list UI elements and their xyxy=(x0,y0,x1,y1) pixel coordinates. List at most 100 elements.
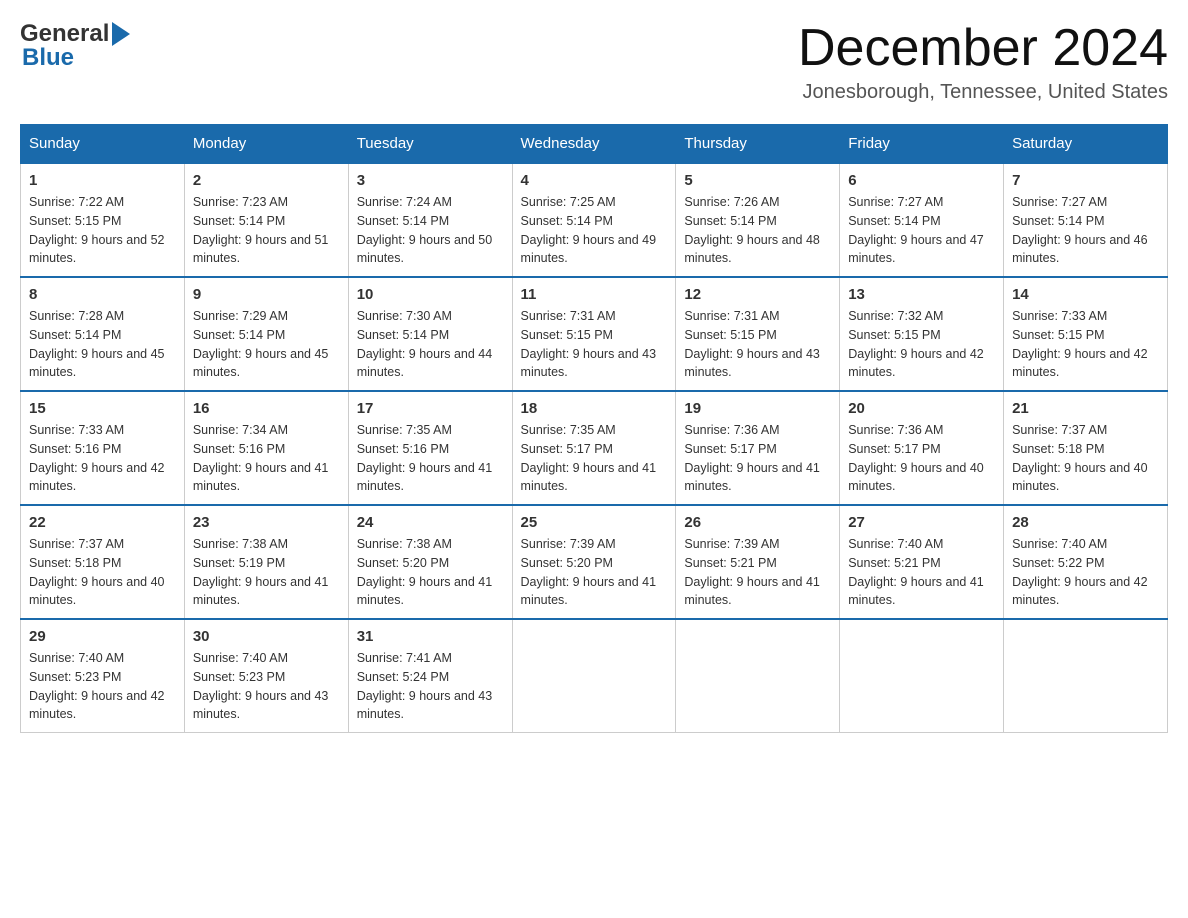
day-info: Sunrise: 7:35 AM Sunset: 5:17 PM Dayligh… xyxy=(521,421,668,496)
calendar-cell: 26 Sunrise: 7:39 AM Sunset: 5:21 PM Dayl… xyxy=(676,505,840,619)
day-info: Sunrise: 7:40 AM Sunset: 5:22 PM Dayligh… xyxy=(1012,535,1159,610)
day-info: Sunrise: 7:41 AM Sunset: 5:24 PM Dayligh… xyxy=(357,649,504,724)
day-info: Sunrise: 7:39 AM Sunset: 5:21 PM Dayligh… xyxy=(684,535,831,610)
day-number: 13 xyxy=(848,286,995,303)
calendar-cell: 20 Sunrise: 7:36 AM Sunset: 5:17 PM Dayl… xyxy=(840,391,1004,505)
calendar-cell: 25 Sunrise: 7:39 AM Sunset: 5:20 PM Dayl… xyxy=(512,505,676,619)
day-number: 25 xyxy=(521,514,668,531)
title-section: December 2024 Jonesborough, Tennessee, U… xyxy=(798,20,1168,104)
weekday-header-friday: Friday xyxy=(840,125,1004,164)
day-info: Sunrise: 7:22 AM Sunset: 5:15 PM Dayligh… xyxy=(29,193,176,268)
calendar-cell xyxy=(1004,619,1168,733)
day-number: 14 xyxy=(1012,286,1159,303)
day-info: Sunrise: 7:29 AM Sunset: 5:14 PM Dayligh… xyxy=(193,307,340,382)
calendar-cell: 28 Sunrise: 7:40 AM Sunset: 5:22 PM Dayl… xyxy=(1004,505,1168,619)
month-title: December 2024 xyxy=(798,20,1168,77)
calendar-week-row: 1 Sunrise: 7:22 AM Sunset: 5:15 PM Dayli… xyxy=(21,163,1168,277)
calendar-cell: 2 Sunrise: 7:23 AM Sunset: 5:14 PM Dayli… xyxy=(184,163,348,277)
weekday-header-tuesday: Tuesday xyxy=(348,125,512,164)
calendar-cell: 19 Sunrise: 7:36 AM Sunset: 5:17 PM Dayl… xyxy=(676,391,840,505)
day-info: Sunrise: 7:34 AM Sunset: 5:16 PM Dayligh… xyxy=(193,421,340,496)
day-info: Sunrise: 7:25 AM Sunset: 5:14 PM Dayligh… xyxy=(521,193,668,268)
weekday-header-thursday: Thursday xyxy=(676,125,840,164)
calendar-cell: 12 Sunrise: 7:31 AM Sunset: 5:15 PM Dayl… xyxy=(676,277,840,391)
weekday-header-monday: Monday xyxy=(184,125,348,164)
day-number: 3 xyxy=(357,172,504,189)
day-number: 10 xyxy=(357,286,504,303)
day-info: Sunrise: 7:38 AM Sunset: 5:20 PM Dayligh… xyxy=(357,535,504,610)
day-number: 6 xyxy=(848,172,995,189)
day-number: 18 xyxy=(521,400,668,417)
day-info: Sunrise: 7:23 AM Sunset: 5:14 PM Dayligh… xyxy=(193,193,340,268)
calendar-cell: 18 Sunrise: 7:35 AM Sunset: 5:17 PM Dayl… xyxy=(512,391,676,505)
page-header: General Blue December 2024 Jonesborough,… xyxy=(20,20,1168,104)
calendar-cell: 7 Sunrise: 7:27 AM Sunset: 5:14 PM Dayli… xyxy=(1004,163,1168,277)
day-number: 2 xyxy=(193,172,340,189)
calendar-cell xyxy=(676,619,840,733)
calendar-cell: 29 Sunrise: 7:40 AM Sunset: 5:23 PM Dayl… xyxy=(21,619,185,733)
day-number: 21 xyxy=(1012,400,1159,417)
calendar-cell: 23 Sunrise: 7:38 AM Sunset: 5:19 PM Dayl… xyxy=(184,505,348,619)
day-number: 9 xyxy=(193,286,340,303)
logo-blue-text: Blue xyxy=(22,44,74,72)
calendar-cell: 21 Sunrise: 7:37 AM Sunset: 5:18 PM Dayl… xyxy=(1004,391,1168,505)
calendar-week-row: 29 Sunrise: 7:40 AM Sunset: 5:23 PM Dayl… xyxy=(21,619,1168,733)
calendar-cell: 6 Sunrise: 7:27 AM Sunset: 5:14 PM Dayli… xyxy=(840,163,1004,277)
calendar-week-row: 15 Sunrise: 7:33 AM Sunset: 5:16 PM Dayl… xyxy=(21,391,1168,505)
day-number: 20 xyxy=(848,400,995,417)
day-number: 11 xyxy=(521,286,668,303)
calendar-cell: 24 Sunrise: 7:38 AM Sunset: 5:20 PM Dayl… xyxy=(348,505,512,619)
day-info: Sunrise: 7:36 AM Sunset: 5:17 PM Dayligh… xyxy=(848,421,995,496)
calendar-cell: 27 Sunrise: 7:40 AM Sunset: 5:21 PM Dayl… xyxy=(840,505,1004,619)
calendar-cell: 31 Sunrise: 7:41 AM Sunset: 5:24 PM Dayl… xyxy=(348,619,512,733)
day-number: 24 xyxy=(357,514,504,531)
weekday-header-wednesday: Wednesday xyxy=(512,125,676,164)
day-number: 12 xyxy=(684,286,831,303)
day-info: Sunrise: 7:38 AM Sunset: 5:19 PM Dayligh… xyxy=(193,535,340,610)
calendar-cell: 3 Sunrise: 7:24 AM Sunset: 5:14 PM Dayli… xyxy=(348,163,512,277)
day-info: Sunrise: 7:37 AM Sunset: 5:18 PM Dayligh… xyxy=(29,535,176,610)
day-number: 8 xyxy=(29,286,176,303)
calendar-cell: 1 Sunrise: 7:22 AM Sunset: 5:15 PM Dayli… xyxy=(21,163,185,277)
calendar-cell: 14 Sunrise: 7:33 AM Sunset: 5:15 PM Dayl… xyxy=(1004,277,1168,391)
day-info: Sunrise: 7:24 AM Sunset: 5:14 PM Dayligh… xyxy=(357,193,504,268)
calendar-cell: 30 Sunrise: 7:40 AM Sunset: 5:23 PM Dayl… xyxy=(184,619,348,733)
calendar-week-row: 8 Sunrise: 7:28 AM Sunset: 5:14 PM Dayli… xyxy=(21,277,1168,391)
calendar-cell: 13 Sunrise: 7:32 AM Sunset: 5:15 PM Dayl… xyxy=(840,277,1004,391)
weekday-header-saturday: Saturday xyxy=(1004,125,1168,164)
weekday-header-row: SundayMondayTuesdayWednesdayThursdayFrid… xyxy=(21,125,1168,164)
day-info: Sunrise: 7:37 AM Sunset: 5:18 PM Dayligh… xyxy=(1012,421,1159,496)
day-number: 4 xyxy=(521,172,668,189)
day-number: 5 xyxy=(684,172,831,189)
day-info: Sunrise: 7:36 AM Sunset: 5:17 PM Dayligh… xyxy=(684,421,831,496)
calendar-cell: 22 Sunrise: 7:37 AM Sunset: 5:18 PM Dayl… xyxy=(21,505,185,619)
day-info: Sunrise: 7:40 AM Sunset: 5:23 PM Dayligh… xyxy=(29,649,176,724)
day-number: 27 xyxy=(848,514,995,531)
day-number: 23 xyxy=(193,514,340,531)
day-info: Sunrise: 7:32 AM Sunset: 5:15 PM Dayligh… xyxy=(848,307,995,382)
calendar-cell: 5 Sunrise: 7:26 AM Sunset: 5:14 PM Dayli… xyxy=(676,163,840,277)
calendar-cell: 11 Sunrise: 7:31 AM Sunset: 5:15 PM Dayl… xyxy=(512,277,676,391)
calendar-cell: 10 Sunrise: 7:30 AM Sunset: 5:14 PM Dayl… xyxy=(348,277,512,391)
logo-triangle-icon xyxy=(112,22,130,46)
calendar-cell: 9 Sunrise: 7:29 AM Sunset: 5:14 PM Dayli… xyxy=(184,277,348,391)
day-info: Sunrise: 7:40 AM Sunset: 5:21 PM Dayligh… xyxy=(848,535,995,610)
weekday-header-sunday: Sunday xyxy=(21,125,185,164)
calendar-cell: 16 Sunrise: 7:34 AM Sunset: 5:16 PM Dayl… xyxy=(184,391,348,505)
day-number: 30 xyxy=(193,628,340,645)
day-info: Sunrise: 7:28 AM Sunset: 5:14 PM Dayligh… xyxy=(29,307,176,382)
day-number: 7 xyxy=(1012,172,1159,189)
day-info: Sunrise: 7:35 AM Sunset: 5:16 PM Dayligh… xyxy=(357,421,504,496)
day-info: Sunrise: 7:40 AM Sunset: 5:23 PM Dayligh… xyxy=(193,649,340,724)
day-info: Sunrise: 7:31 AM Sunset: 5:15 PM Dayligh… xyxy=(521,307,668,382)
day-info: Sunrise: 7:33 AM Sunset: 5:16 PM Dayligh… xyxy=(29,421,176,496)
calendar-week-row: 22 Sunrise: 7:37 AM Sunset: 5:18 PM Dayl… xyxy=(21,505,1168,619)
day-number: 17 xyxy=(357,400,504,417)
day-number: 1 xyxy=(29,172,176,189)
calendar-cell: 8 Sunrise: 7:28 AM Sunset: 5:14 PM Dayli… xyxy=(21,277,185,391)
day-number: 28 xyxy=(1012,514,1159,531)
day-number: 16 xyxy=(193,400,340,417)
day-info: Sunrise: 7:27 AM Sunset: 5:14 PM Dayligh… xyxy=(848,193,995,268)
day-number: 19 xyxy=(684,400,831,417)
day-number: 29 xyxy=(29,628,176,645)
